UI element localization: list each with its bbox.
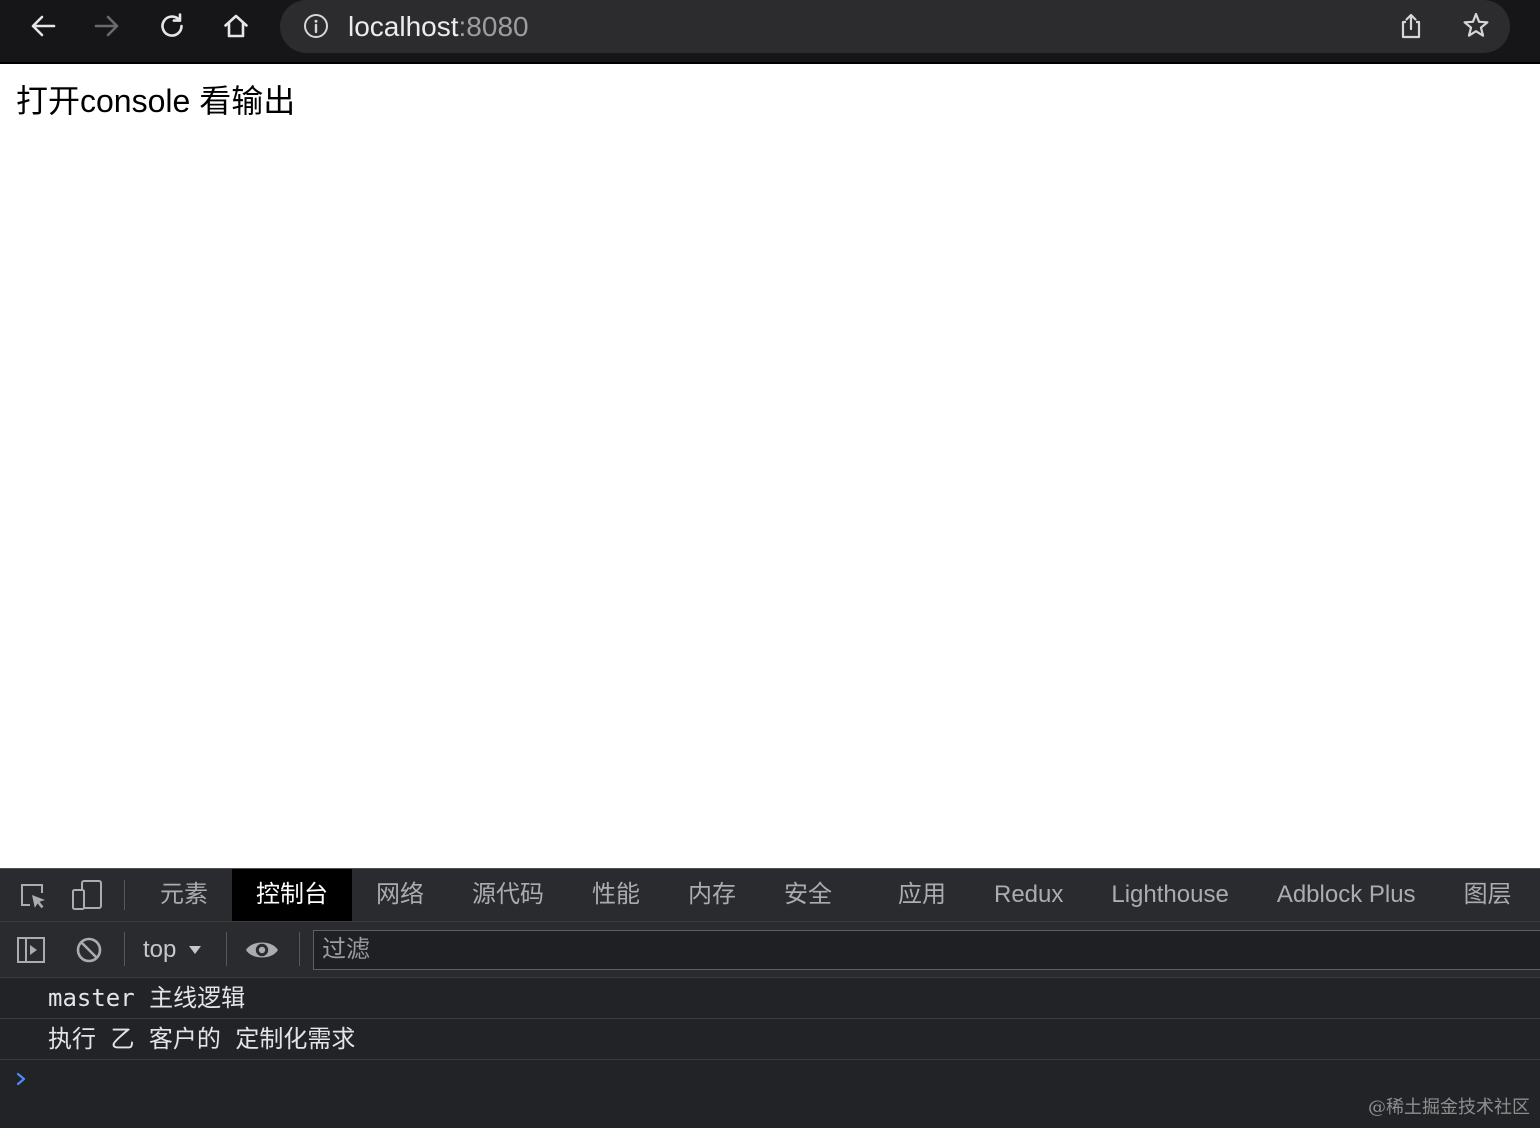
context-selector[interactable]: top xyxy=(143,922,202,977)
forward-arrow-icon xyxy=(93,12,121,40)
console-prompt-input[interactable] xyxy=(0,1060,1540,1100)
context-selector-label: top xyxy=(143,935,177,963)
toolbar-separator xyxy=(226,932,227,966)
back-button[interactable] xyxy=(29,12,57,40)
back-arrow-icon xyxy=(29,12,57,40)
console-message: 执行 乙 客户的 定制化需求 xyxy=(0,1019,1540,1060)
devtools-panel: 元素 控制台 网络 源代码 性能 内存 安全 应用 Redux Lighthou… xyxy=(0,868,1540,1128)
tab-performance[interactable]: 性能 xyxy=(568,869,664,921)
home-icon xyxy=(222,12,250,40)
tab-elements[interactable]: 元素 xyxy=(136,869,232,921)
dropdown-arrow-icon xyxy=(188,945,202,955)
tab-redux[interactable]: Redux xyxy=(970,869,1087,921)
console-message: master 主线逻辑 xyxy=(0,978,1540,1019)
url-port: :8080 xyxy=(458,11,529,42)
console-messages: master 主线逻辑 执行 乙 客户的 定制化需求 xyxy=(0,978,1540,1128)
tab-sources[interactable]: 源代码 xyxy=(448,869,568,921)
watermark: @稀土掘金技术社区 xyxy=(1368,1097,1530,1118)
tab-application[interactable]: 应用 xyxy=(874,869,970,921)
reload-icon xyxy=(158,12,186,40)
star-icon[interactable] xyxy=(1461,11,1491,41)
tab-lighthouse[interactable]: Lighthouse xyxy=(1087,869,1252,921)
sidebar-toggle-icon[interactable] xyxy=(16,935,46,965)
tab-memory[interactable]: 内存 xyxy=(664,869,760,921)
url-text[interactable]: localhost:8080 xyxy=(348,0,529,53)
url-host: localhost xyxy=(348,11,459,42)
tab-layers[interactable]: 图层 xyxy=(1440,869,1536,921)
tab-console[interactable]: 控制台 xyxy=(232,869,352,921)
inspect-element-icon[interactable] xyxy=(19,882,47,910)
tab-adblock-plus[interactable]: Adblock Plus xyxy=(1253,869,1440,921)
eye-icon[interactable] xyxy=(244,938,280,962)
console-toolbar: top xyxy=(0,922,1540,978)
devtools-tab-bar: 元素 控制台 网络 源代码 性能 内存 安全 应用 Redux Lighthou… xyxy=(0,868,1540,922)
device-toolbar-icon[interactable] xyxy=(71,879,103,911)
page-content: 打开console 看输出 xyxy=(0,64,1540,868)
page-instruction-text: 打开console 看输出 xyxy=(16,83,296,119)
reload-button[interactable] xyxy=(158,12,186,40)
console-filter-input[interactable] xyxy=(313,930,1540,970)
toolbar-separator xyxy=(124,880,125,910)
info-icon[interactable] xyxy=(303,13,329,39)
forward-button[interactable] xyxy=(93,12,121,40)
clear-console-icon[interactable] xyxy=(74,935,104,965)
tab-network[interactable]: 网络 xyxy=(352,869,448,921)
address-bar[interactable]: localhost:8080 xyxy=(280,0,1510,53)
devtools-tabs: 元素 控制台 网络 源代码 性能 内存 安全 应用 Redux Lighthou… xyxy=(136,869,1540,921)
toolbar-separator xyxy=(299,932,300,966)
home-button[interactable] xyxy=(222,12,250,40)
browser-toolbar: localhost:8080 xyxy=(0,0,1540,64)
toolbar-separator xyxy=(124,932,125,966)
tab-security[interactable]: 安全 xyxy=(760,869,856,921)
prompt-chevron-icon xyxy=(15,1071,27,1087)
share-icon[interactable] xyxy=(1397,12,1425,40)
